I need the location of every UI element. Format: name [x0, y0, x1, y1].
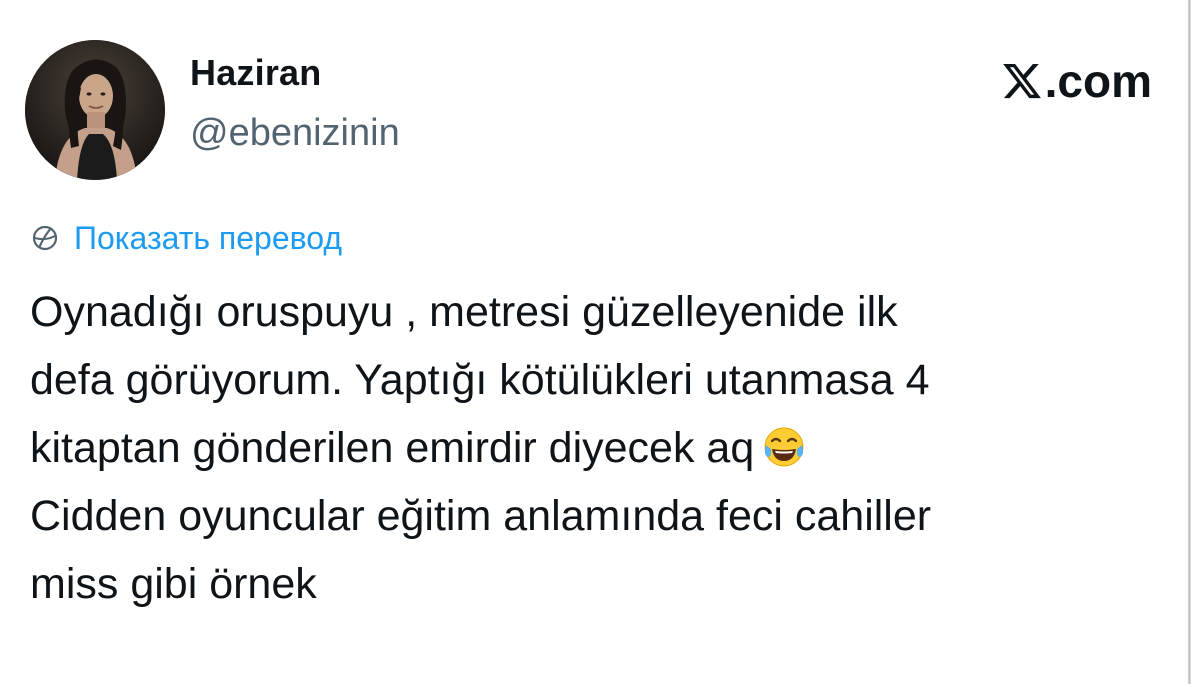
globe-icon: [32, 225, 58, 251]
tweet-line: kitaptan gönderilen emirdir diyecek aq: [30, 424, 755, 472]
tweet-line: Cidden oyuncular eğitim anlamında feci c…: [30, 492, 932, 540]
show-translation-label[interactable]: Показать перевод: [74, 220, 342, 257]
face-with-tears-of-joy-icon: [764, 427, 804, 467]
show-translation-link[interactable]: Показать перевод: [30, 218, 342, 258]
tweet-body: Oynadığı oruspuyu , metresi güzelleyenid…: [30, 278, 1160, 618]
display-name[interactable]: Haziran: [190, 52, 321, 94]
brand-logo: .com: [1001, 56, 1152, 106]
tweet-line: defa görüyorum. Yaptığı kötülükleri utan…: [30, 356, 930, 404]
tweet-line-with-emoji: kitaptan gönderilen emirdir diyecek aq: [30, 414, 1160, 482]
tweet-line: Oynadığı oruspuyu , metresi güzelleyenid…: [30, 288, 898, 336]
username[interactable]: @ebenizinin: [190, 112, 400, 155]
x-logo-icon: [1002, 63, 1041, 99]
profile-photo: [25, 40, 165, 180]
avatar[interactable]: [25, 40, 165, 180]
screen-edge: [1188, 0, 1200, 684]
brand-text: .com: [1044, 55, 1152, 107]
tweet-line: miss gibi örnek: [30, 560, 317, 608]
